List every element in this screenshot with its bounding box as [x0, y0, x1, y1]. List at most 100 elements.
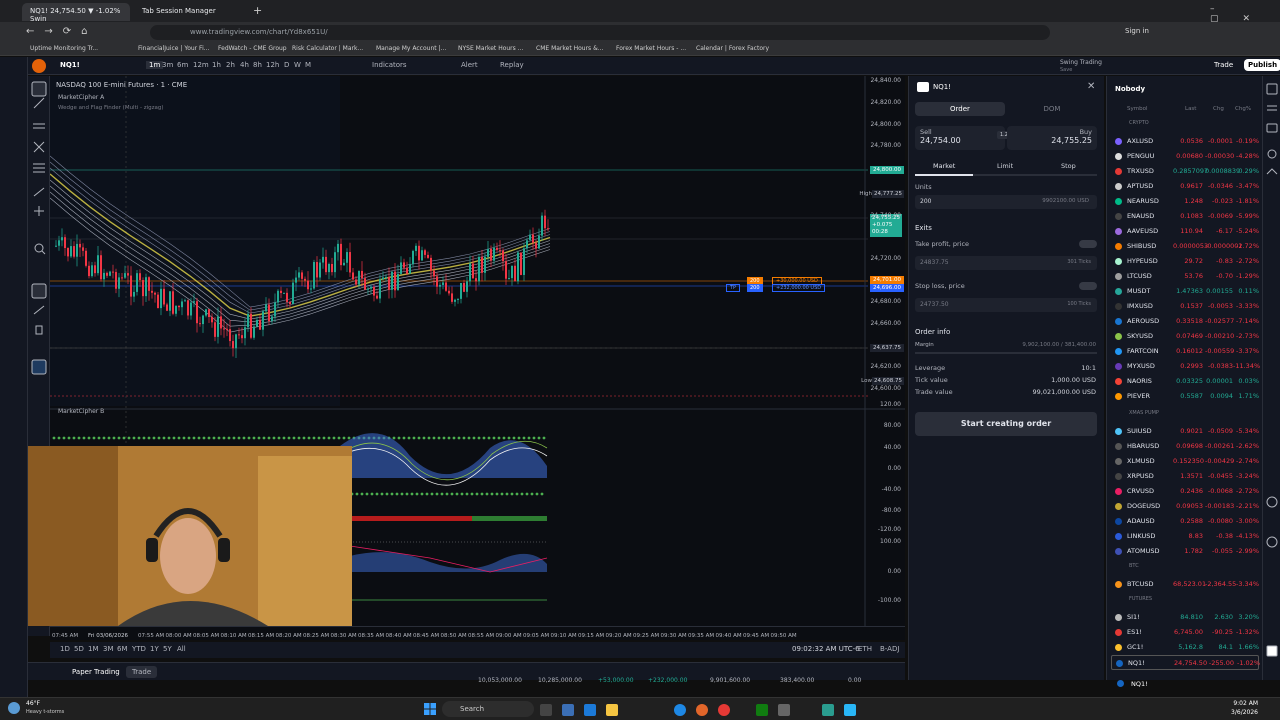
alert-button[interactable]: Alert — [461, 61, 478, 69]
watchlist-row[interactable]: AXLUSD 0.0536 -0.0001 -0.19% — [1111, 134, 1259, 149]
watchlist-section-title[interactable]: FUTURES — [1129, 596, 1152, 602]
watchlist-row[interactable]: HBARUSD 0.09698 -0.00261 -2.62% — [1111, 439, 1259, 454]
interval-8h[interactable]: 8h — [253, 61, 262, 69]
interval-2h[interactable]: 2h — [226, 61, 235, 69]
clock-date[interactable]: 3/6/2026 — [1220, 709, 1258, 716]
watchlist-row[interactable]: TRXUSD 0.2857097 0.0008839 0.29% — [1111, 164, 1259, 179]
replay-button[interactable]: Replay — [500, 61, 524, 69]
interval-12m[interactable]: 12m — [193, 61, 209, 69]
weather-temp[interactable]: 46°F — [26, 700, 40, 707]
layout-name[interactable]: Swing Trading — [1060, 59, 1102, 66]
range-1d[interactable]: 1D — [60, 645, 70, 653]
publish-button[interactable]: Publish — [1244, 59, 1280, 71]
range-6m[interactable]: 6M — [117, 645, 128, 653]
weather-icon[interactable] — [8, 702, 20, 714]
interval-w[interactable]: W — [294, 61, 301, 69]
session-toggle[interactable]: ETH — [858, 645, 872, 653]
time-axis[interactable]: 07:45 AM Fri 03/06/2026 07:55 AM 08:00 AM 08… — [50, 626, 905, 640]
bookmark-item[interactable]: NYSE Market Hours ... — [458, 45, 523, 52]
url-input[interactable]: www.tradingview.com/chart/Yd8x651U/ — [150, 25, 1050, 40]
widget-icons[interactable] — [1263, 76, 1280, 680]
watchlist-row[interactable]: ENAUSD 0.1083 -0.0069 -5.99% — [1111, 209, 1259, 224]
type-limit[interactable]: Limit — [997, 162, 1013, 170]
tp-input[interactable]: 24837.75 301 Ticks — [915, 256, 1097, 270]
watchlist-row[interactable]: SKYUSD 0.07469 -0.00210 -2.73% — [1111, 329, 1259, 344]
watchlist-row[interactable]: SHIBUSD 0.0000053 -0.0000001 -2.72% — [1111, 239, 1259, 254]
watchlist-row[interactable]: GC1! 5,162.8 84.1 1.66% — [1111, 640, 1259, 655]
sl-label[interactable]: Stop loss, price — [915, 282, 965, 290]
range-5d[interactable]: 5D — [74, 645, 84, 653]
chart-clock[interactable]: 09:02:32 AM UTC-6 — [792, 645, 860, 653]
bookmark-item[interactable]: Calendar | Forex Factory — [696, 45, 769, 52]
watchlist-row[interactable]: HYPEUSD 29.72 -0.83 -2.72% — [1111, 254, 1259, 269]
interval-4h[interactable]: 4h — [240, 61, 249, 69]
range-1m[interactable]: 1M — [88, 645, 99, 653]
footer-symbol[interactable]: NQ1! — [1131, 680, 1148, 688]
range-3m[interactable]: 3M — [103, 645, 114, 653]
watchlist-section-title[interactable]: BTC — [1129, 563, 1139, 569]
bookmark-item[interactable]: CME Market Hours &... — [536, 45, 603, 52]
avatar[interactable] — [32, 59, 46, 73]
bookmark-item[interactable]: Uptime Monitoring Tr... — [30, 45, 98, 52]
range-ytd[interactable]: YTD — [132, 645, 146, 653]
range-all[interactable]: All — [177, 645, 186, 653]
bookmark-item[interactable]: Risk Calculator | Mark... — [292, 45, 363, 52]
buy-button[interactable]: Buy 24,755.25 — [1007, 126, 1097, 150]
bookmark-item[interactable]: FedWatch - CME Group — [218, 45, 287, 52]
watchlist-row[interactable]: ADAUSD 0.2588 -0.0080 -3.00% — [1111, 514, 1259, 529]
drawing-tools-icon[interactable] — [28, 76, 50, 406]
interval-d[interactable]: D — [284, 61, 289, 69]
interval-m[interactable]: M — [305, 61, 311, 69]
watchlist-row[interactable]: SUIUSD 0.9021 -0.0509 -5.34% — [1111, 424, 1259, 439]
watchlist-row[interactable]: LINKUSD 8.83 -0.38 -4.13% — [1111, 529, 1259, 544]
taskbar-search[interactable]: Search — [442, 701, 534, 717]
interval-1m[interactable]: 1m — [146, 61, 164, 69]
watchlist-row[interactable]: FARTCOIN 0.16012 -0.00559 -3.37% — [1111, 344, 1259, 359]
watchlist-row[interactable]: PIEVER 0.5587 0.0094 1.71% — [1111, 389, 1259, 404]
watchlist-row[interactable]: MYXUSD 0.2993 -0.0383 -11.34% — [1111, 359, 1260, 374]
col-symbol[interactable]: Symbol — [1127, 106, 1148, 112]
tab-session-manager[interactable]: Tab Session Manager — [134, 3, 246, 21]
window-controls[interactable]: –▢✕ — [1210, 4, 1280, 24]
units-input[interactable]: 200 9902100.00 USD — [915, 195, 1097, 209]
range-5y[interactable]: 5Y — [163, 645, 172, 653]
tp-toggle[interactable] — [1079, 240, 1097, 248]
col-chg[interactable]: Chg — [1213, 106, 1224, 112]
sign-in-link[interactable]: Sign in — [1125, 27, 1149, 35]
indicator-label[interactable]: MarketCipher B — [58, 408, 104, 415]
close-icon[interactable]: ✕ — [1087, 81, 1095, 92]
watchlist-section-title[interactable]: XMAS PUMP — [1129, 410, 1159, 416]
watchlist-row[interactable]: XLMUSD 0.152350 -0.00429 -2.74% — [1111, 454, 1259, 469]
broker-paper-trading[interactable]: Paper Trading — [72, 668, 120, 676]
range-1y[interactable]: 1Y — [150, 645, 159, 653]
trade-button[interactable]: Trade — [1214, 61, 1233, 69]
watchlist-section-title[interactable]: CRYPTO — [1129, 120, 1149, 126]
layout-save[interactable]: Save — [1060, 67, 1072, 73]
watchlist-row[interactable]: MUSDT 1.47363 0.00155 0.11% — [1111, 284, 1259, 299]
indicators-button[interactable]: Indicators — [372, 61, 407, 69]
start-creating-order-button[interactable]: Start creating order — [915, 412, 1097, 436]
sl-input[interactable]: 24737.50 100 Ticks — [915, 298, 1097, 312]
watchlist-row[interactable]: IMXUSD 0.1537 -0.0053 -3.33% — [1111, 299, 1259, 314]
watchlist-row[interactable]: XRPUSD 1.3571 -0.0455 -3.24% — [1111, 469, 1259, 484]
watchlist-row[interactable]: AAVEUSD 110.94 -6.17 -5.24% — [1111, 224, 1259, 239]
col-chg-pct[interactable]: Chg% — [1235, 106, 1251, 112]
interval-6m[interactable]: 6m — [177, 61, 188, 69]
watchlist-row[interactable]: DOGEUSD 0.09053 -0.00183 -2.21% — [1111, 499, 1259, 514]
watchlist-row[interactable]: ATOMUSD 1.782 -0.055 -2.99% — [1111, 544, 1259, 559]
tp-label[interactable]: TP — [726, 284, 741, 292]
watchlist-row[interactable]: PENGUU 0.00680 -0.00030 -4.28% — [1111, 149, 1259, 164]
bookmark-item[interactable]: FinancialJuice | Your Fi... — [138, 45, 209, 52]
watchlist-row[interactable]: LTCUSD 53.76 -0.70 -1.29% — [1111, 269, 1259, 284]
interval-3m[interactable]: 3m — [162, 61, 173, 69]
windows-start-icon[interactable] — [424, 703, 436, 715]
tab-order[interactable]: Order — [915, 102, 1005, 116]
trade-tab[interactable]: Trade — [126, 666, 158, 678]
tab-dom[interactable]: DOM — [1007, 102, 1097, 116]
bookmark-item[interactable]: Manage My Account |... — [376, 45, 446, 52]
tp-pl[interactable]: +232,000.00 USD — [772, 284, 826, 292]
tp-label[interactable]: Take profit, price — [915, 240, 969, 248]
weather-desc[interactable]: Heavy t-storms — [26, 709, 64, 715]
indicator-label[interactable]: MarketCipher A — [58, 94, 104, 101]
col-last[interactable]: Last — [1185, 106, 1196, 112]
